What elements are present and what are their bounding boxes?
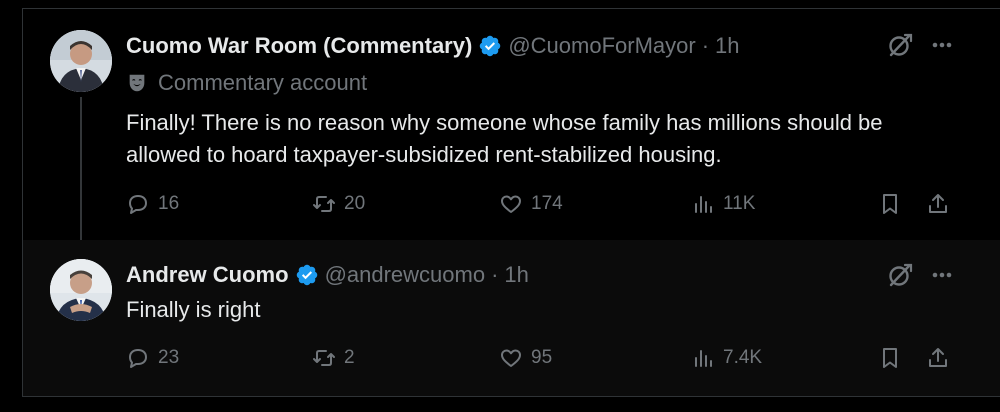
reply-button[interactable]: 16 — [126, 192, 179, 216]
like-button[interactable]: 174 — [499, 192, 563, 216]
repost-button[interactable]: 20 — [312, 192, 365, 216]
commentary-label-text: Commentary account — [158, 70, 368, 95]
grok-icon[interactable] — [886, 31, 914, 59]
bookmark-icon — [883, 194, 897, 214]
timestamp[interactable]: 1h — [715, 33, 739, 59]
tweet-text: Finally is right — [126, 297, 261, 322]
display-name[interactable]: Cuomo War Room (Commentary) — [126, 33, 472, 59]
views-count: 11K — [723, 193, 756, 214]
repost-count: 20 — [344, 193, 366, 214]
share-button[interactable] — [926, 346, 950, 370]
avatar[interactable] — [50, 30, 112, 92]
handle[interactable]: @CuomoForMayor — [508, 33, 695, 59]
grok-icon[interactable] — [886, 261, 914, 289]
separator-dot: · — [491, 262, 499, 287]
thread-connector — [80, 97, 82, 263]
share-icon — [929, 348, 947, 367]
avatar[interactable] — [50, 259, 112, 321]
separator-dot: · — [701, 33, 710, 58]
reply-icon — [129, 349, 147, 368]
timeline-frame: Cuomo War Room (Commentary) @CuomoForMay… — [0, 0, 1000, 412]
avatar-image — [50, 30, 112, 92]
tweet-text: Finally! There is no reason why someone … — [126, 110, 883, 167]
reply-count: 23 — [158, 347, 180, 368]
like-count: 174 — [531, 193, 563, 214]
like-button[interactable]: 95 — [499, 346, 552, 370]
views-icon — [695, 350, 712, 367]
action-bar: 16 20 174 11K — [126, 192, 970, 222]
tweet-header: Andrew Cuomo @andrewcuomo · 1h — [126, 262, 529, 288]
more-icon[interactable] — [928, 261, 956, 289]
like-count: 95 — [531, 347, 553, 368]
action-bar: 23 2 95 7.4K — [126, 346, 970, 376]
tweet-header: Cuomo War Room (Commentary) @CuomoForMay… — [126, 33, 740, 59]
views-count: 7.4K — [723, 347, 763, 368]
verified-badge-icon[interactable] — [295, 263, 319, 287]
avatar-image — [50, 259, 112, 321]
heart-icon — [501, 349, 521, 367]
handle[interactable]: @andrewcuomo — [325, 262, 486, 288]
timestamp[interactable]: 1h — [504, 262, 528, 288]
views-button[interactable]: 11K — [691, 192, 755, 216]
reply-button[interactable]: 23 — [126, 346, 179, 370]
bookmark-icon — [883, 348, 897, 368]
tweet-2[interactable]: Andrew Cuomo @andrewcuomo · 1h Finally i… — [23, 240, 1000, 396]
tweet-1[interactable]: Cuomo War Room (Commentary) @CuomoForMay… — [23, 9, 1000, 263]
repost-icon — [313, 196, 335, 212]
heart-icon — [501, 195, 521, 213]
more-icon[interactable] — [928, 31, 956, 59]
divider-bottom — [22, 396, 1000, 397]
reply-icon — [129, 195, 147, 214]
repost-button[interactable]: 2 — [312, 346, 355, 370]
reply-count: 16 — [158, 193, 180, 214]
share-button[interactable] — [926, 192, 950, 216]
repost-icon — [313, 350, 335, 366]
share-icon — [929, 194, 947, 213]
bookmark-button[interactable] — [878, 192, 902, 216]
views-icon — [695, 196, 712, 213]
views-button[interactable]: 7.4K — [691, 346, 762, 370]
repost-count: 2 — [344, 347, 355, 368]
theater-mask-icon — [129, 74, 145, 92]
commentary-label: Commentary account — [126, 70, 367, 96]
verified-badge-icon[interactable] — [478, 34, 502, 58]
display-name[interactable]: Andrew Cuomo — [126, 262, 289, 288]
bookmark-button[interactable] — [878, 346, 902, 370]
